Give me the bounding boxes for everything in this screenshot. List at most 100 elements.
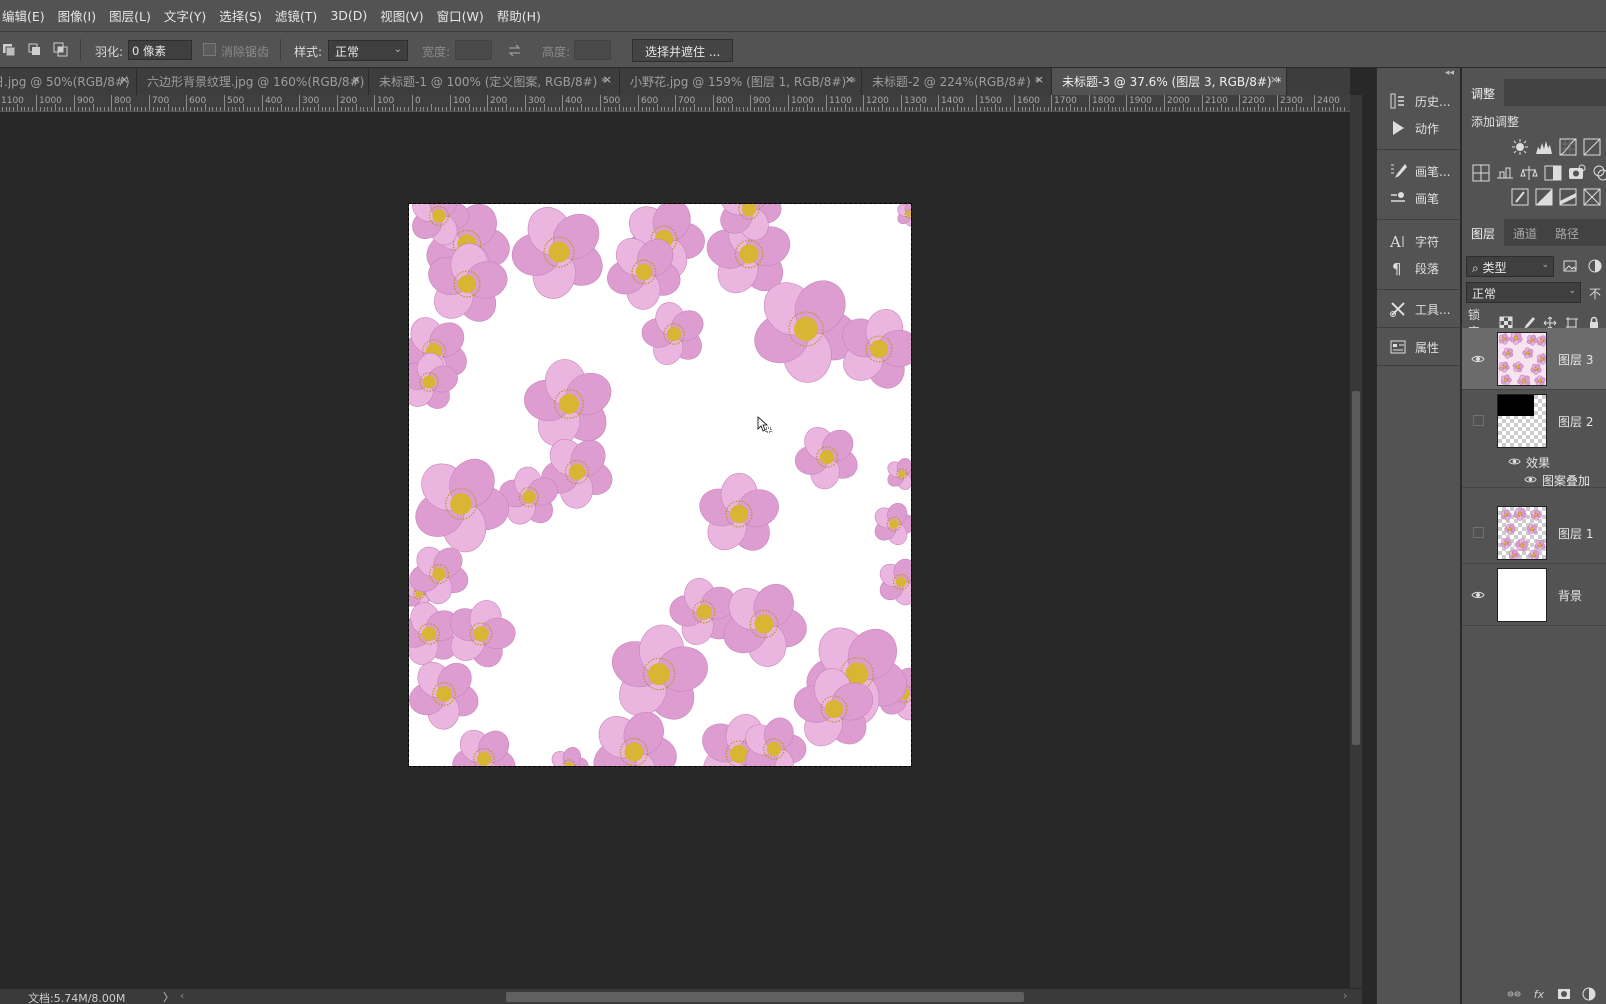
ruler-minor-tick [397,107,398,111]
layer-row[interactable]: 图层 2 效果 图案叠加 [1462,390,1606,488]
status-menu-arrow[interactable]: 〉 [163,989,174,1004]
vertical-scrollbar[interactable] [1350,95,1362,989]
blend-mode-select[interactable]: 正常 ⌄ [1466,282,1581,303]
posterize-icon[interactable] [1535,188,1553,206]
curves-icon[interactable] [1559,138,1577,156]
height-input[interactable] [574,40,611,60]
layer-name[interactable]: 背景 [1558,587,1582,604]
channel-mixer-icon[interactable] [1592,164,1606,182]
close-icon[interactable]: × [603,73,612,86]
color-balance-icon[interactable] [1520,164,1538,182]
selective-color-icon[interactable] [1583,188,1601,206]
layer-name[interactable]: 图层 3 [1558,351,1593,368]
vibrance-icon[interactable] [1472,164,1490,182]
layer-name[interactable]: 图层 2 [1558,413,1593,430]
visibility-toggle[interactable] [1473,527,1484,538]
layer-row[interactable]: 图层 3 [1462,328,1606,390]
ruler-tick [562,95,563,111]
pattern-overlay-row[interactable]: 图案叠加 [1462,470,1606,489]
swap-icon[interactable] [507,43,522,58]
collapse-panels-icon[interactable]: ◂◂ [1445,68,1454,78]
ruler-minor-tick [1288,107,1289,111]
document-canvas[interactable] [408,203,912,767]
brightness-icon[interactable] [1511,138,1529,156]
visibility-toggle[interactable] [1473,415,1484,426]
link-layers-icon[interactable] [1507,987,1521,1001]
dock-tool-presets[interactable]: 工具... [1389,298,1459,320]
add-mask-icon[interactable] [1557,987,1571,1001]
eye-icon[interactable] [1524,473,1537,486]
new-adjustment-icon[interactable] [1582,987,1596,1001]
dock-history[interactable]: 历史... [1389,90,1459,112]
ruler-minor-tick [1022,107,1023,111]
layer-row[interactable]: 图层 1 [1462,502,1606,564]
eye-icon[interactable] [1508,455,1521,468]
effects-row[interactable]: 效果 [1462,452,1606,471]
close-icon[interactable]: × [1035,73,1044,86]
close-icon[interactable]: × [352,73,361,86]
tab-document[interactable]: 日.jpg @ 50%(RGB/8#) × [0,68,137,95]
vertical-scrollbar-thumb[interactable] [1352,391,1360,745]
tab-document[interactable]: 小野花.jpg @ 159% (图层 1, RGB/8#) * × [620,68,862,95]
fx-icon[interactable]: fx [1532,987,1546,1001]
ruler-minor-tick [423,107,424,111]
scroll-left-arrow[interactable]: ‹ [180,989,184,1002]
tab-channels[interactable]: 通道 [1504,219,1546,246]
layer-name[interactable]: 图层 1 [1558,525,1593,542]
menu-view[interactable]: 视图(V) [380,6,423,25]
flower [887,458,911,490]
tab-adjustments[interactable]: 调整 [1462,79,1505,106]
tab-document[interactable]: 未标题-3 @ 37.6% (图层 3, RGB/8#) * × [1052,68,1287,95]
levels-icon[interactable] [1535,138,1553,156]
menu-type[interactable]: 文字(Y) [164,6,206,25]
filter-adjustment-icon[interactable] [1587,258,1603,274]
tab-document[interactable]: 未标题-2 @ 224%(RGB/8#) * × [862,68,1052,95]
dock-properties[interactable]: 属性 [1389,336,1459,358]
tab-paths[interactable]: 路径 [1546,219,1588,246]
menu-edit[interactable]: 编辑(E) [2,6,45,25]
flower-center [895,576,907,588]
ruler-minor-tick [258,107,259,111]
menu-filter[interactable]: 滤镜(T) [275,6,317,25]
layer-filter-select[interactable]: ⌕ 类型 ⌄ [1466,256,1554,277]
close-icon[interactable]: × [120,73,129,86]
width-input[interactable] [455,40,492,60]
menu-3d[interactable]: 3D(D) [330,8,367,23]
dock-actions[interactable]: 动作 [1389,117,1459,139]
dock-character[interactable]: A 字符 [1389,230,1459,252]
menu-layer[interactable]: 图层(L) [109,6,151,25]
eye-icon[interactable] [1471,352,1485,366]
style-select[interactable]: 正常 ⌄ [328,40,408,61]
tab-document[interactable]: 六边形背景纹理.jpg @ 160%(RGB/8#) × [137,68,369,95]
close-icon[interactable]: × [845,73,854,86]
antialias-checkbox[interactable] [203,43,216,56]
tab-layers[interactable]: 图层 [1462,219,1505,246]
layer-row[interactable]: 背景 [1462,564,1606,626]
scroll-right-arrow[interactable]: › [1343,989,1347,1002]
invert-icon[interactable] [1511,188,1529,206]
dock-brush-settings[interactable]: 画笔... [1389,160,1459,182]
dock-paragraph[interactable]: ¶ 段落 [1389,257,1459,279]
menu-help[interactable]: 帮助(H) [497,6,541,25]
menu-window[interactable]: 窗口(W) [437,6,484,25]
filter-image-icon[interactable] [1562,258,1578,274]
exposure-icon[interactable] [1583,138,1601,156]
select-and-mask-button[interactable]: 选择并遮住 ... [632,39,734,62]
intersect-selection-icon[interactable] [53,42,68,57]
horizontal-scrollbar-thumb[interactable] [506,992,1024,1002]
menu-select[interactable]: 选择(S) [219,6,262,25]
add-selection-icon[interactable] [27,42,42,57]
gradient-map-icon[interactable] [1559,188,1577,206]
ruler-minor-tick [1250,107,1251,111]
feather-input[interactable]: 0 像素 [128,40,192,60]
new-selection-icon[interactable] [1,42,16,57]
menu-image[interactable]: 图像(I) [58,6,96,25]
black-white-icon[interactable] [1544,164,1562,182]
ruler-minor-tick [780,107,781,111]
eye-icon[interactable] [1471,588,1485,602]
photo-filter-icon[interactable] [1568,164,1586,182]
tab-document[interactable]: 未标题-1 @ 100% (定义图案, RGB/8#) * × [369,68,620,95]
dock-brush[interactable]: 画笔 [1389,187,1459,209]
close-icon[interactable]: × [1270,73,1279,86]
hue-saturation-icon[interactable] [1496,164,1514,182]
